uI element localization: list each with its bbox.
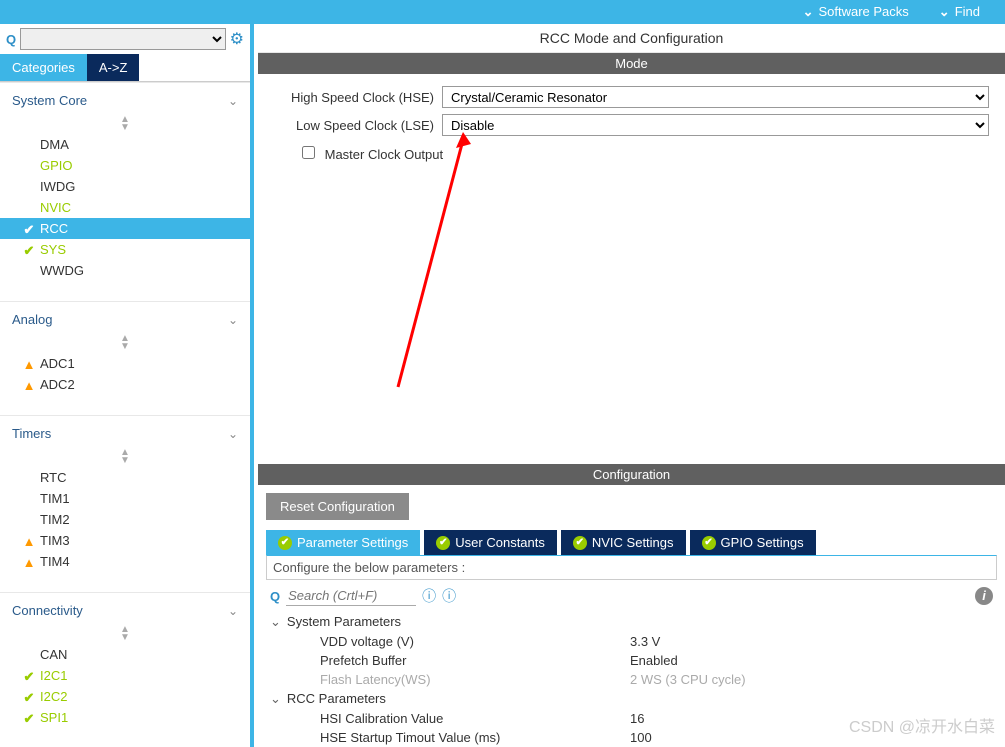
item-tim2[interactable]: TIM2 [0, 509, 250, 530]
peripheral-tree: System Core⌄ ▲▼ DMA GPIO IWDG NVIC ✔RCC … [0, 82, 250, 745]
view-tabs: Categories A->Z [0, 54, 250, 82]
lse-label: Low Speed Clock (LSE) [274, 118, 434, 133]
check-icon: ✔ [22, 243, 36, 259]
chevron-icon: ⌄ [228, 604, 238, 618]
search-icon[interactable]: Q [6, 32, 16, 47]
top-bar: Software Packs Find [0, 0, 1005, 24]
item-tim1[interactable]: TIM1 [0, 488, 250, 509]
ok-icon: ✔ [436, 536, 450, 550]
group-rcc-parameters[interactable]: RCC Parameters [270, 689, 993, 709]
item-nvic[interactable]: NVIC [0, 197, 250, 218]
item-iwdg[interactable]: IWDG [0, 176, 250, 197]
item-sys[interactable]: ✔SYS [0, 239, 250, 260]
hse-select[interactable]: Crystal/Ceramic Resonator [442, 86, 989, 108]
item-adc1[interactable]: ▲ADC1 [0, 353, 250, 374]
item-tim3[interactable]: ▲TIM3 [0, 530, 250, 551]
item-spi1[interactable]: ✔SPI1 [0, 707, 250, 728]
mode-header: Mode [258, 53, 1005, 74]
item-i2c2[interactable]: ✔I2C2 [0, 686, 250, 707]
item-i2c1[interactable]: ✔I2C1 [0, 665, 250, 686]
settings-icon[interactable]: ⚙ [230, 29, 244, 49]
param-search-input[interactable] [286, 586, 416, 606]
ok-icon: ✔ [702, 536, 716, 550]
warning-icon: ▲ [22, 357, 36, 372]
check-icon: ✔ [22, 711, 36, 727]
warning-icon: ▲ [22, 378, 36, 393]
item-rcc[interactable]: ✔RCC [0, 218, 250, 239]
item-wwdg[interactable]: WWDG [0, 260, 250, 281]
tab-parameter-settings[interactable]: ✔Parameter Settings [266, 530, 420, 555]
check-icon: ✔ [22, 222, 36, 238]
annotation-arrow-icon [388, 132, 508, 392]
item-can[interactable]: CAN [0, 644, 250, 665]
config-header: Configuration [258, 464, 1005, 485]
chevron-icon: ⌄ [228, 313, 238, 327]
config-description: Configure the below parameters : [266, 555, 997, 580]
chevron-icon: ⌄ [228, 427, 238, 441]
item-dma[interactable]: DMA [0, 134, 250, 155]
panel-title: RCC Mode and Configuration [258, 24, 1005, 53]
watermark: CSDN @凉开水白菜 [849, 713, 995, 737]
mco-label: Master Clock Output [325, 147, 444, 162]
find-menu[interactable]: Find [939, 4, 980, 20]
software-packs-menu[interactable]: Software Packs [803, 4, 909, 20]
hse-label: High Speed Clock (HSE) [274, 90, 434, 105]
mode-body: High Speed Clock (HSE) Crystal/Ceramic R… [258, 74, 1005, 464]
right-panel: RCC Mode and Configuration Mode High Spe… [258, 24, 1005, 747]
peripheral-search[interactable] [20, 28, 226, 50]
category-analog[interactable]: Analog⌄ [0, 301, 250, 333]
param-row[interactable]: Prefetch BufferEnabled [270, 651, 993, 670]
ok-icon: ✔ [278, 536, 292, 550]
search-icon[interactable]: Q [270, 589, 280, 604]
reset-button[interactable]: Reset Configuration [266, 493, 409, 520]
tab-az[interactable]: A->Z [87, 54, 140, 81]
tab-categories[interactable]: Categories [0, 54, 87, 81]
item-rtc[interactable]: RTC [0, 467, 250, 488]
lse-select[interactable]: Disable [442, 114, 989, 136]
info-icon[interactable]: i [975, 587, 993, 605]
config-body: Reset Configuration ✔Parameter Settings … [258, 485, 1005, 747]
sort-icon[interactable]: ▲▼ [0, 624, 250, 644]
warning-icon: ▲ [22, 555, 36, 570]
item-tim4[interactable]: ▲TIM4 [0, 551, 250, 572]
check-icon: ✔ [22, 669, 36, 685]
check-icon: ✔ [22, 690, 36, 706]
sort-icon[interactable]: ▲▼ [0, 447, 250, 467]
warning-icon: ▲ [22, 534, 36, 549]
tab-user-constants[interactable]: ✔User Constants [424, 530, 557, 555]
next-icon[interactable]: ⓘ [442, 586, 456, 606]
param-row[interactable]: VDD voltage (V)3.3 V [270, 632, 993, 651]
sort-icon[interactable]: ▲▼ [0, 333, 250, 353]
sort-icon[interactable]: ▲▼ [0, 114, 250, 134]
param-row: Flash Latency(WS)2 WS (3 CPU cycle) [270, 670, 993, 689]
chevron-icon: ⌄ [228, 94, 238, 108]
item-adc2[interactable]: ▲ADC2 [0, 374, 250, 395]
category-connectivity[interactable]: Connectivity⌄ [0, 592, 250, 624]
prev-icon[interactable]: ⓘ [422, 586, 436, 606]
mco-checkbox[interactable] [302, 146, 315, 159]
item-gpio[interactable]: GPIO [0, 155, 250, 176]
group-system-parameters[interactable]: System Parameters [270, 612, 993, 632]
category-timers[interactable]: Timers⌄ [0, 415, 250, 447]
tab-nvic-settings[interactable]: ✔NVIC Settings [561, 530, 686, 555]
ok-icon: ✔ [573, 536, 587, 550]
left-panel: Q ⚙ Categories A->Z System Core⌄ ▲▼ DMA … [0, 24, 254, 747]
category-system-core[interactable]: System Core⌄ [0, 82, 250, 114]
tab-gpio-settings[interactable]: ✔GPIO Settings [690, 530, 816, 555]
